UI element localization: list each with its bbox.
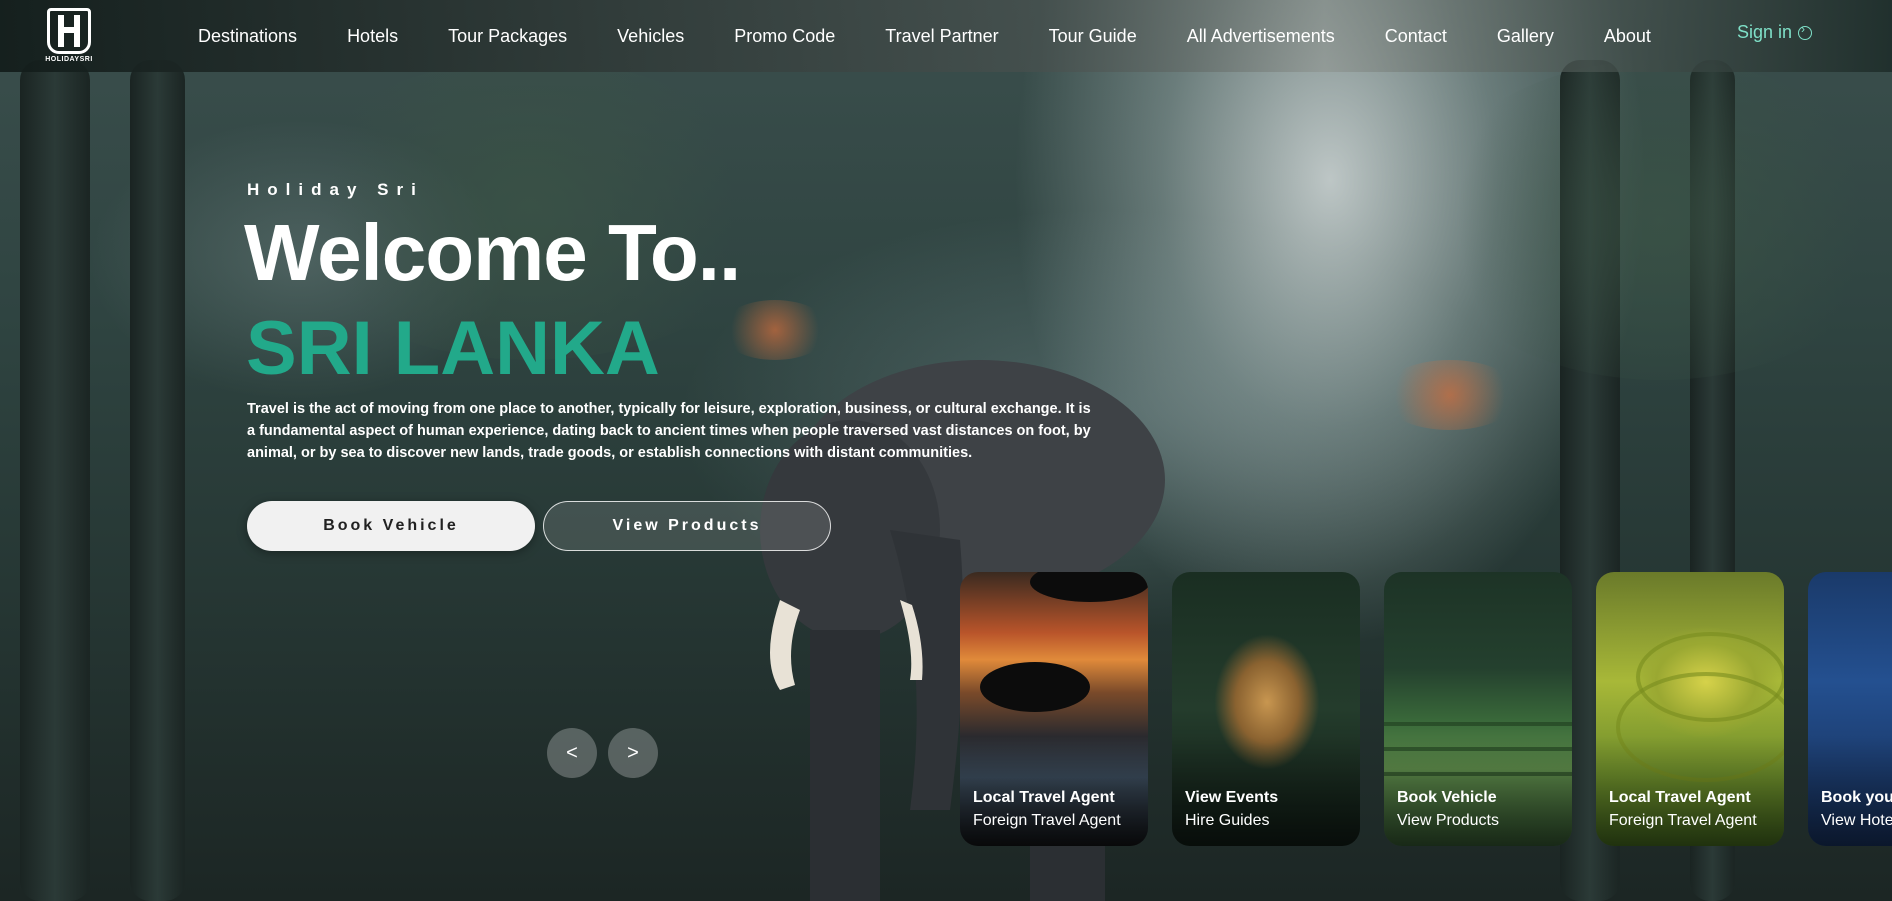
top-navbar: HOLIDAYSRI Destinations Hotels Tour Pack… (0, 0, 1892, 72)
destination-card-carousel: Local Travel Agent Foreign Travel Agent … (960, 572, 1892, 848)
card-subtitle: Foreign Travel Agent (973, 812, 1121, 829)
hero-country-heading: SRI LANKA (246, 306, 660, 391)
hero-description: Travel is the act of moving from one pla… (247, 401, 1091, 461)
carousel-card[interactable]: Local Travel Agent Foreign Travel Agent (1596, 572, 1784, 846)
nav-item-hotels[interactable]: Hotels (347, 26, 398, 47)
nav-item-tour-packages[interactable]: Tour Packages (448, 26, 567, 47)
card-title: Local Travel Agent (1609, 789, 1751, 806)
chevron-left-icon: < (566, 741, 578, 764)
card-title: View Events (1185, 789, 1279, 806)
carousel-prev-button[interactable]: < (547, 728, 597, 778)
nav-item-promo-code[interactable]: Promo Code (734, 26, 835, 47)
nav-item-about[interactable]: About (1604, 26, 1651, 47)
brand-logo[interactable]: HOLIDAYSRI (40, 8, 98, 70)
nav-item-all-advertisements[interactable]: All Advertisements (1187, 26, 1335, 47)
nav-item-contact[interactable]: Contact (1385, 26, 1447, 47)
view-products-button[interactable]: View Products (543, 501, 831, 551)
card-title: Book your (1821, 789, 1892, 806)
carousel-card[interactable]: View Events Hire Guides (1172, 572, 1360, 846)
card-subtitle: Foreign Travel Agent (1609, 812, 1757, 829)
nav-item-gallery[interactable]: Gallery (1497, 26, 1554, 47)
autumn-leaves (1380, 360, 1520, 430)
carousel-card[interactable]: Local Travel Agent Foreign Travel Agent (960, 572, 1148, 846)
nav-item-destinations[interactable]: Destinations (198, 26, 297, 47)
card-title: Local Travel Agent (973, 789, 1115, 806)
sign-in-link[interactable]: Sign in (1737, 22, 1813, 43)
hero-kicker: Holiday Sri (247, 180, 424, 199)
hero-welcome-heading: Welcome To.. (244, 208, 741, 297)
nav-item-tour-guide[interactable]: Tour Guide (1049, 26, 1137, 47)
logo-icon (47, 8, 91, 54)
tree-trunk (130, 60, 185, 901)
tree-trunk (20, 60, 90, 901)
logo-text: HOLIDAYSRI (45, 56, 93, 63)
nav-item-vehicles[interactable]: Vehicles (617, 26, 684, 47)
nav-item-travel-partner[interactable]: Travel Partner (885, 26, 998, 47)
card-subtitle: Hire Guides (1185, 812, 1270, 829)
card-subtitle: View Products (1397, 812, 1499, 829)
book-vehicle-button[interactable]: Book Vehicle (247, 501, 535, 551)
foliage (1420, 60, 1892, 380)
carousel-next-button[interactable]: > (608, 728, 658, 778)
card-title: Book Vehicle (1397, 789, 1497, 806)
carousel-card[interactable]: Book your View Hotels (1808, 572, 1892, 846)
nav-menu: Destinations Hotels Tour Packages Vehicl… (198, 0, 1701, 72)
chevron-right-icon: > (627, 741, 639, 764)
card-subtitle: View Hotels (1821, 812, 1892, 829)
sign-in-label: Sign in (1737, 22, 1793, 42)
carousel-card[interactable]: Book Vehicle View Products (1384, 572, 1572, 846)
sign-in-icon (1798, 22, 1813, 40)
